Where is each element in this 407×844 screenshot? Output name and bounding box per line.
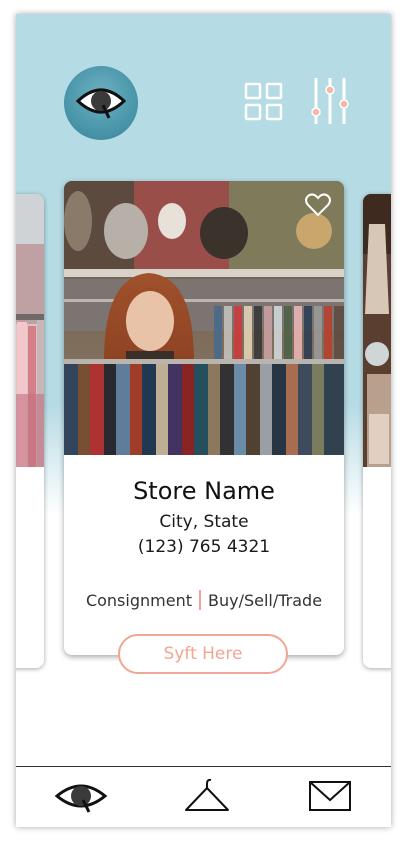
store-photo [363, 194, 391, 467]
nav-discover[interactable] [54, 776, 108, 820]
syft-here-button[interactable]: Syft Here [118, 634, 288, 674]
previous-store-card[interactable] [16, 194, 44, 668]
store-phone[interactable]: (123) 765 4321 [64, 537, 344, 557]
store-photo [16, 194, 44, 467]
filter-button[interactable] [308, 76, 352, 126]
grid-view-button[interactable] [244, 82, 284, 122]
heart-outline-icon [305, 193, 331, 221]
envelope-icon [308, 780, 352, 816]
nav-closet[interactable] [184, 776, 230, 820]
store-photo [64, 181, 344, 455]
tag-divider [198, 589, 201, 610]
phone-screen: Store Name City, State (123) 765 4321 Co… [16, 14, 391, 827]
hanger-icon [184, 778, 230, 818]
next-store-card[interactable] [363, 194, 391, 668]
eye-icon [75, 81, 127, 125]
tag-buy-sell-trade: Buy/Sell/Trade [207, 591, 323, 610]
store-card[interactable]: Store Name City, State (123) 765 4321 Co… [64, 181, 344, 655]
favorite-button[interactable] [305, 193, 331, 217]
store-location: City, State [159, 512, 249, 532]
grid-view-icon [244, 82, 284, 126]
app-logo[interactable] [64, 66, 138, 140]
tag-consignment: Consignment [85, 591, 192, 610]
nav-divider [16, 766, 391, 767]
eye-icon [54, 778, 108, 818]
store-tags: Consignment Buy/Sell/Trade [64, 589, 344, 612]
sliders-filter-icon [308, 78, 352, 130]
nav-messages[interactable] [308, 776, 352, 820]
store-name: Store Name [133, 477, 275, 505]
